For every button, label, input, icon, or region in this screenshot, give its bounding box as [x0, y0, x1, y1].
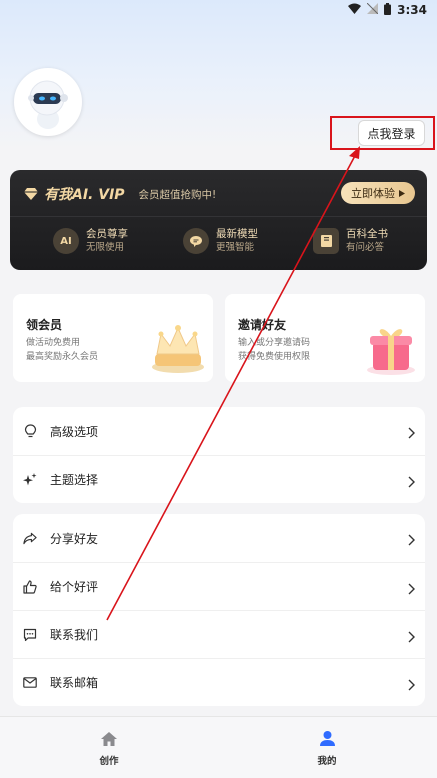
promo-card-invite[interactable]: 邀请好友 输入或分享邀请码 获得免费使用权限 — [225, 294, 425, 382]
promo-desc-line: 获得免费使用权限 — [238, 352, 311, 362]
menu-item-label: 联系邮箱 — [50, 676, 99, 690]
menu-item-email[interactable]: 联系邮箱 — [13, 658, 425, 706]
crown-icon — [149, 322, 207, 378]
menu-item-theme[interactable]: 主题选择 — [13, 455, 425, 503]
signal-icon — [366, 2, 379, 17]
vip-try-label: 立即体验 — [351, 187, 395, 200]
vip-feature-encyclopedia: 百科全书 有问必答 — [313, 228, 388, 254]
robot-avatar-icon — [17, 71, 79, 133]
menu-group-settings: 高级选项 主题选择 — [13, 407, 425, 503]
vip-feature-members: AI 会员尊享 无限使用 — [53, 228, 128, 254]
nav-tab-label: 我的 — [317, 756, 337, 767]
play-arrow-icon — [399, 187, 405, 200]
nav-tab-mine[interactable]: 我的 — [297, 731, 357, 767]
menu-item-rate[interactable]: 给个好评 — [13, 562, 425, 610]
nav-tab-create[interactable]: 创作 — [79, 731, 139, 767]
chevron-right-icon — [408, 424, 415, 443]
gift-icon — [363, 322, 419, 380]
chevron-right-icon — [408, 473, 415, 492]
wifi-icon — [348, 3, 362, 17]
vip-feature-title: 最新模型 — [216, 228, 258, 240]
vip-feature-sub: 有问必答 — [346, 242, 385, 253]
home-icon — [101, 731, 117, 750]
annotation-highlight-box — [330, 116, 435, 150]
promo-description: 做活动免费用 最高奖励永久会员 — [26, 336, 146, 364]
promo-card-membership[interactable]: 领会员 做活动免费用 最高奖励永久会员 — [13, 294, 213, 382]
vip-divider — [10, 216, 427, 217]
book-icon — [313, 228, 339, 254]
menu-group-contact: 分享好友 给个好评 联系我们 联系邮箱 — [13, 514, 425, 706]
vip-try-button[interactable]: 立即体验 — [341, 182, 415, 204]
ai-icon: AI — [53, 228, 79, 254]
vip-feature-title: 百科全书 — [346, 228, 388, 240]
menu-item-label: 分享好友 — [50, 531, 99, 546]
vip-feature-sub: 更强智能 — [216, 242, 255, 253]
vip-header: 有我AI. VIP 会员超值抢购中! — [24, 184, 216, 204]
sparkle-icon — [23, 472, 37, 487]
mail-icon — [23, 676, 37, 690]
vip-title: 有我AI. VIP — [44, 187, 125, 203]
menu-item-contact-us[interactable]: 联系我们 — [13, 610, 425, 658]
menu-item-label: 给个好评 — [50, 580, 99, 594]
chat-bubble-icon — [183, 228, 209, 254]
menu-item-label: 高级选项 — [50, 424, 99, 439]
vip-feature-model: 最新模型 更强智能 — [183, 228, 258, 254]
chevron-right-icon — [408, 676, 415, 695]
vip-subtitle: 会员超值抢购中! — [138, 188, 217, 201]
menu-item-label: 联系我们 — [50, 628, 99, 642]
vip-card[interactable]: 有我AI. VIP 会员超值抢购中! 立即体验 AI 会员尊享 无限使用 最新模… — [10, 170, 427, 270]
promo-title: 邀请好友 — [238, 318, 287, 332]
menu-item-advanced-options[interactable]: 高级选项 — [13, 407, 425, 455]
menu-item-share[interactable]: 分享好友 — [13, 514, 425, 562]
promo-desc-line: 最高奖励永久会员 — [26, 352, 99, 362]
avatar[interactable] — [14, 68, 82, 136]
thumbs-up-icon — [23, 579, 37, 594]
message-icon — [23, 628, 37, 642]
nav-tab-label: 创作 — [99, 756, 119, 767]
promo-desc-line: 输入或分享邀请码 — [238, 338, 311, 348]
battery-icon — [384, 2, 392, 18]
chevron-right-icon — [408, 628, 415, 647]
vip-feature-sub: 无限使用 — [86, 242, 125, 253]
chevron-right-icon — [408, 580, 415, 599]
clock-time: 3:34 — [397, 3, 427, 17]
status-bar: 3:34 — [0, 0, 437, 20]
vip-feature-title: 会员尊享 — [86, 228, 128, 240]
share-icon — [23, 531, 37, 545]
menu-item-label: 主题选择 — [50, 473, 99, 487]
chevron-right-icon — [408, 531, 415, 550]
person-icon — [319, 731, 335, 750]
bottom-nav: 创作 我的 — [0, 716, 437, 778]
lightbulb-icon — [23, 424, 37, 438]
promo-description: 输入或分享邀请码 获得免费使用权限 — [238, 336, 358, 364]
promo-desc-line: 做活动免费用 — [26, 338, 81, 348]
promo-title: 领会员 — [26, 318, 63, 332]
diamond-icon — [24, 185, 38, 204]
